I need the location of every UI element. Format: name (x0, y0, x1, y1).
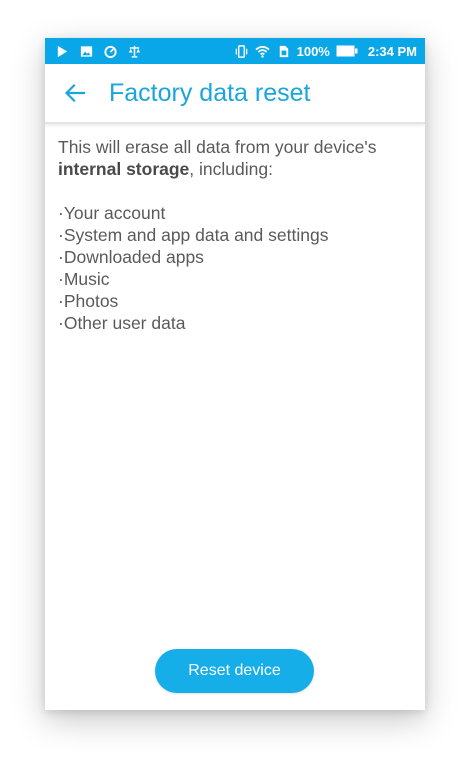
screenshot-stage: 100% 2:34 PM Factory data reset This wil… (0, 0, 474, 758)
content-area: This will erase all data from your devic… (45, 124, 425, 334)
battery-icon (336, 44, 358, 59)
list-item: ·Music (58, 269, 110, 289)
play-store-icon (55, 44, 70, 59)
image-icon (79, 44, 94, 59)
intro-text: This will erase all data from your devic… (58, 136, 413, 180)
intro-suffix: , including: (189, 159, 273, 179)
intro-bold: internal storage (58, 159, 190, 179)
list-item: ·Photos (58, 291, 119, 311)
status-bar-left (55, 44, 142, 59)
erase-list: ·Your account ·System and app data and s… (58, 202, 413, 334)
arrow-left-icon (62, 80, 88, 106)
status-bar: 100% 2:34 PM (45, 38, 425, 64)
phone-screen: 100% 2:34 PM Factory data reset This wil… (45, 38, 425, 710)
sim-icon (276, 44, 291, 59)
vibrate-icon (234, 44, 249, 59)
status-bar-right: 100% 2:34 PM (234, 44, 417, 59)
app-bar: Factory data reset (45, 64, 425, 124)
scale-icon (127, 44, 142, 59)
page-title: Factory data reset (109, 78, 311, 107)
list-item: ·Other user data (58, 313, 186, 333)
list-item: ·Your account (58, 203, 166, 223)
speedometer-icon (103, 44, 118, 59)
back-button[interactable] (59, 77, 91, 109)
battery-percent: 100% (296, 43, 330, 59)
reset-device-button[interactable]: Reset device (155, 649, 314, 693)
list-item: ·Downloaded apps (58, 247, 204, 267)
intro-prefix: This will erase all data from your devic… (58, 137, 377, 157)
clock: 2:34 PM (367, 43, 417, 59)
wifi-icon (254, 44, 270, 59)
list-item: ·System and app data and settings (58, 225, 329, 245)
